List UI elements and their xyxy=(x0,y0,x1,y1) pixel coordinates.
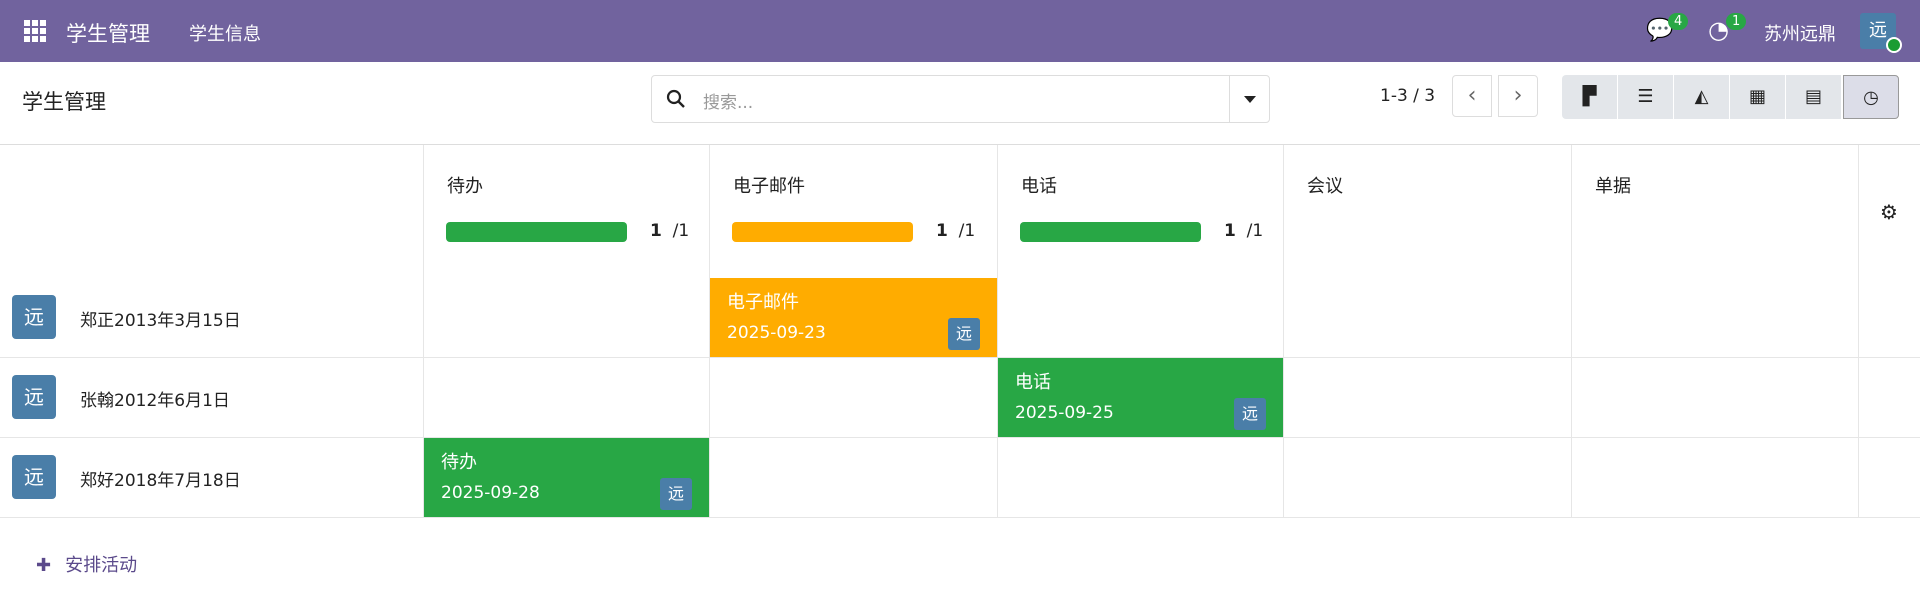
schedule-label: 安排活动 xyxy=(65,555,138,576)
column-header-call[interactable]: 电话 xyxy=(1021,172,1057,198)
divider xyxy=(0,437,1920,438)
progress-bar-todo[interactable] xyxy=(446,222,627,242)
activities-button[interactable]: ◔ 1 xyxy=(1708,13,1747,44)
card-date: 2025-09-28 xyxy=(441,483,540,503)
view-calendar[interactable]: ▤ xyxy=(1786,75,1842,119)
avatar: 远 xyxy=(12,455,56,499)
divider xyxy=(1858,145,1859,517)
table-icon: ▦ xyxy=(1748,86,1766,107)
avatar: 远 xyxy=(660,478,692,510)
divider xyxy=(997,145,998,517)
progress-bar-email[interactable] xyxy=(732,222,913,242)
column-header-email[interactable]: 电子邮件 xyxy=(733,172,805,198)
divider xyxy=(0,517,1920,518)
plus-icon: ✚ xyxy=(36,555,52,576)
apps-menu-icon[interactable] xyxy=(24,20,46,42)
messages-button[interactable]: 💬 4 xyxy=(1646,13,1689,43)
menu-student-info[interactable]: 学生信息 xyxy=(189,20,261,46)
student-name[interactable]: 张翰2012年6月1日 xyxy=(80,386,230,411)
divider xyxy=(0,357,1920,358)
search-options-toggle[interactable] xyxy=(1229,76,1269,122)
view-kanban[interactable]: ▛ xyxy=(1562,75,1618,119)
column-settings-icon[interactable]: ⚙ xyxy=(1880,200,1898,224)
avatar: 远 xyxy=(948,318,980,350)
company-name[interactable]: 苏州远鼎 xyxy=(1764,20,1836,46)
card-date: 2025-09-23 xyxy=(727,323,826,343)
view-list[interactable]: ☰ xyxy=(1618,75,1674,119)
calendar-icon: ▤ xyxy=(1804,86,1822,107)
column-header-meeting[interactable]: 会议 xyxy=(1307,172,1343,198)
list-icon: ☰ xyxy=(1637,86,1654,107)
count-email: 1 /1 xyxy=(936,221,976,241)
user-avatar[interactable]: 远 xyxy=(1860,13,1902,53)
caret-down-icon xyxy=(1244,96,1256,103)
count-todo: 1 /1 xyxy=(650,221,690,241)
card-title: 电子邮件 xyxy=(727,292,799,313)
schedule-activity-button[interactable]: ✚ 安排活动 xyxy=(36,551,137,577)
area-chart-icon: ◭ xyxy=(1694,86,1709,107)
divider xyxy=(1283,145,1284,517)
search-icon xyxy=(666,89,685,108)
card-title: 电话 xyxy=(1015,372,1051,393)
pager-previous[interactable]: ‹ xyxy=(1452,75,1492,117)
count-call: 1 /1 xyxy=(1224,221,1264,241)
view-pivot[interactable]: ▦ xyxy=(1730,75,1786,119)
activity-card-call[interactable]: 电话 2025-09-25 远 xyxy=(998,358,1283,437)
card-date: 2025-09-25 xyxy=(1015,403,1114,423)
view-graph[interactable]: ◭ xyxy=(1674,75,1730,119)
activities-badge: 1 xyxy=(1726,13,1747,30)
avatar: 远 xyxy=(12,375,56,419)
avatar: 远 xyxy=(12,295,56,339)
chevron-left-icon: ‹ xyxy=(1467,83,1477,108)
card-title: 待办 xyxy=(441,452,477,473)
kanban-icon: ▛ xyxy=(1582,86,1597,107)
messages-badge: 4 xyxy=(1668,13,1689,30)
activity-card-email[interactable]: 电子邮件 2025-09-23 远 xyxy=(710,278,997,357)
student-name[interactable]: 郑好2018年7月18日 xyxy=(80,466,241,491)
pager-value[interactable]: 1-3 / 3 xyxy=(1380,86,1435,106)
page-title: 学生管理 xyxy=(22,90,106,114)
view-activity[interactable]: ◷ xyxy=(1843,75,1899,119)
online-status-icon xyxy=(1886,37,1902,53)
app-brand[interactable]: 学生管理 xyxy=(66,18,150,48)
activity-card-todo[interactable]: 待办 2025-09-28 远 xyxy=(424,438,709,517)
column-header-document[interactable]: 单据 xyxy=(1595,172,1631,198)
chevron-right-icon: › xyxy=(1513,83,1523,108)
progress-bar-call[interactable] xyxy=(1020,222,1201,242)
search-input[interactable]: 搜索... xyxy=(703,88,753,113)
clock-icon: ◷ xyxy=(1863,87,1879,108)
search-box[interactable]: 搜索... xyxy=(651,75,1270,123)
top-navbar: 学生管理 学生信息 💬 4 ◔ 1 苏州远鼎 远 xyxy=(0,0,1920,62)
student-name[interactable]: 郑正2013年3月15日 xyxy=(80,306,241,331)
column-header-todo[interactable]: 待办 xyxy=(447,172,483,198)
control-panel: 学生管理 搜索... 1-3 / 3 ‹ › ▛ ☰ ◭ ▦ ▤ ◷ xyxy=(0,62,1920,145)
avatar-letter: 远 xyxy=(1869,20,1887,41)
pager-next[interactable]: › xyxy=(1498,75,1538,117)
divider xyxy=(1571,145,1572,517)
avatar: 远 xyxy=(1234,398,1266,430)
